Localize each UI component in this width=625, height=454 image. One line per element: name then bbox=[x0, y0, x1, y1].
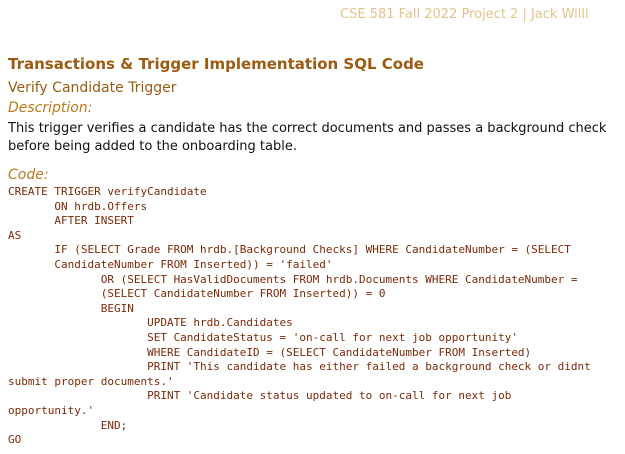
code-line: CREATE TRIGGER verifyCandidate bbox=[8, 185, 207, 198]
code-line: CandidateNumber FROM Inserted)) = 'faile… bbox=[8, 257, 333, 271]
code-line: PRINT 'Candidate status updated to on-ca… bbox=[8, 389, 512, 403]
code-line: SET CandidateStatus = 'on-call for next … bbox=[8, 330, 518, 344]
code-line: opportunity.' bbox=[8, 403, 95, 417]
code-label: Code: bbox=[8, 167, 49, 183]
subsection-title: Verify Candidate Trigger bbox=[8, 80, 177, 96]
code-line: ON hrdb.Offers bbox=[8, 199, 148, 213]
code-line: END; bbox=[8, 418, 128, 432]
section-title: Transactions & Trigger Implementation SQ… bbox=[8, 55, 424, 73]
code-block: CREATE TRIGGER verifyCandidate ON hrdb.O… bbox=[8, 185, 620, 448]
code-line: UPDATE hrdb.Candidates bbox=[8, 316, 293, 330]
code-line: AS bbox=[8, 228, 22, 242]
document-page: CSE 581 Fall 2022 Project 2 | Jack Willi… bbox=[0, 0, 625, 454]
code-line: GO bbox=[8, 433, 22, 447]
code-line: WHERE CandidateID = (SELECT CandidateNum… bbox=[8, 345, 532, 359]
running-header: CSE 581 Fall 2022 Project 2 | Jack Willi bbox=[340, 7, 589, 22]
description-label: Description: bbox=[8, 100, 93, 116]
code-line: PRINT 'This candidate has either failed … bbox=[8, 360, 591, 374]
code-line: IF (SELECT Grade FROM hrdb.[Background C… bbox=[8, 243, 571, 257]
code-line: (SELECT CandidateNumber FROM Inserted)) … bbox=[8, 287, 386, 301]
code-line: submit proper documents.' bbox=[8, 374, 174, 388]
description-text: This trigger verifies a candidate has th… bbox=[8, 121, 607, 154]
code-line: BEGIN bbox=[8, 301, 134, 315]
code-line: AFTER INSERT bbox=[8, 214, 134, 228]
code-line: OR (SELECT HasValidDocuments FROM hrdb.D… bbox=[8, 272, 578, 286]
